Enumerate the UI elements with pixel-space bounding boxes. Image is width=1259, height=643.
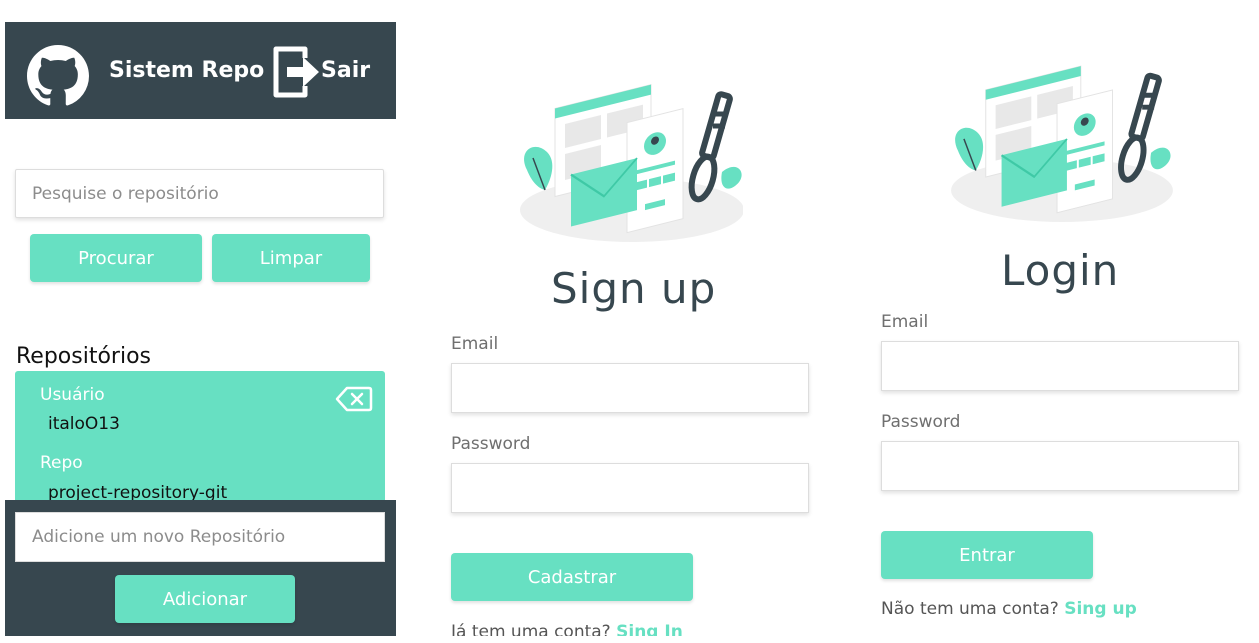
signup-title: Sign up [551,264,717,313]
signin-link[interactable]: Sing In [616,622,683,636]
signup-email-input[interactable] [451,363,809,413]
repo-user-value: italoO13 [48,414,120,434]
repo-user-label: Usuário [40,385,105,405]
sidebar: Sistem Repo Sair Procurar Limpar Reposit… [5,22,396,636]
login-password-label: Password [881,412,961,432]
brand-title: Sistem Repo [109,58,265,83]
login-email-input[interactable] [881,341,1239,391]
login-password-input[interactable] [881,441,1239,491]
signup-password-label: Password [451,434,531,454]
add-repo-input[interactable] [15,512,385,562]
logout-icon [273,46,319,98]
sidebar-header: Sistem Repo Sair [5,22,396,119]
login-footer-text: Não tem uma conta? [881,599,1059,619]
repo-name-label: Repo [40,453,83,473]
login-title: Login [1001,246,1120,295]
add-repo-panel: Adicionar [5,500,396,636]
search-button[interactable]: Procurar [30,234,202,282]
signup-email-label: Email [451,334,499,354]
signup-submit-button[interactable]: Cadastrar [451,553,693,601]
logout-label: Sair [321,58,371,83]
login-email-label: Email [881,312,929,332]
repo-search-input[interactable] [15,169,384,218]
add-repo-button[interactable]: Adicionar [115,575,295,623]
github-icon [27,45,89,106]
login-form: Login Email Password Entrar Não tem uma … [881,22,1254,636]
signup-footer: Já tem uma conta? Sing In [451,622,683,636]
signup-password-input[interactable] [451,463,809,513]
signup-form: Sign up Email Password Cadastrar Já tem … [451,22,871,636]
delete-icon[interactable] [335,385,373,413]
login-illustration [951,65,1173,223]
repositories-heading: Repositórios [16,344,151,370]
signup-link[interactable]: Sing up [1064,599,1137,619]
clear-button[interactable]: Limpar [212,234,370,282]
signup-footer-text: Já tem uma conta? [451,622,611,636]
login-footer: Não tem uma conta? Sing up [881,599,1137,619]
login-submit-button[interactable]: Entrar [881,531,1093,579]
login-illustration [520,83,743,242]
app-frame: Sistem Repo Sair Procurar Limpar Reposit… [5,22,1254,636]
